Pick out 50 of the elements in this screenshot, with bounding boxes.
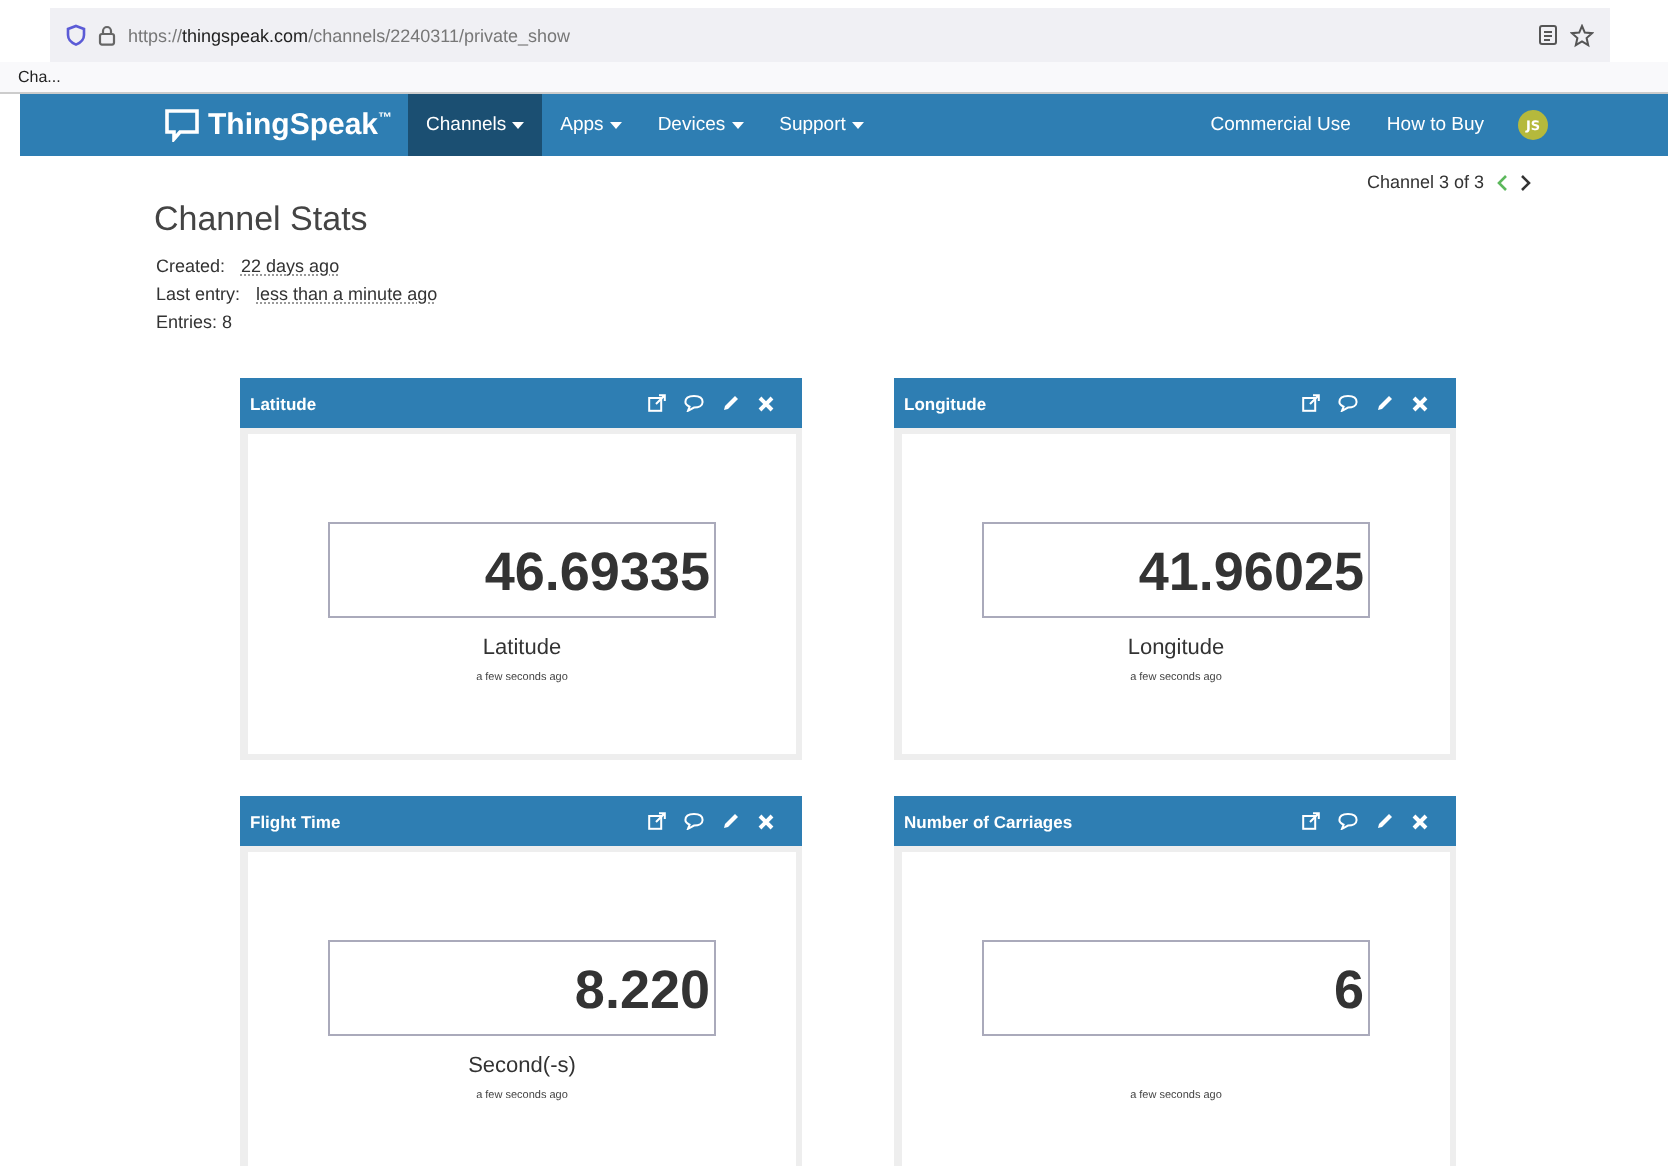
- widget-title: Number of Carriages: [904, 811, 1073, 831]
- nav-menu-item[interactable]: Channels: [408, 94, 543, 156]
- value-unit: Second(-s): [468, 1054, 576, 1080]
- close-icon[interactable]: [1412, 813, 1428, 829]
- star-icon[interactable]: [1570, 23, 1594, 47]
- close-icon[interactable]: [1412, 395, 1428, 411]
- value-display: 6: [982, 940, 1370, 1036]
- stat-value: 22 days ago: [241, 254, 340, 280]
- value-unit: Latitude: [482, 636, 562, 662]
- widget-title: Flight Time: [250, 811, 341, 831]
- value-display: 41.96025: [982, 522, 1370, 618]
- widget-title: Latitude: [250, 393, 317, 413]
- close-icon[interactable]: [758, 813, 774, 829]
- stat-label: Last entry:: [156, 282, 241, 308]
- address-url[interactable]: https://thingspeak.com/channels/2240311/private_show: [128, 25, 570, 45]
- stat-value: less than a minute ago: [256, 282, 438, 308]
- stat-label: Created:: [156, 254, 226, 280]
- section-title: Channel Stats: [154, 200, 370, 240]
- close-icon[interactable]: [758, 395, 774, 411]
- previous-icon[interactable]: [1496, 173, 1508, 191]
- pencil-icon[interactable]: [1376, 394, 1394, 412]
- external-link-icon[interactable]: [1302, 394, 1320, 412]
- brand-logo[interactable]: ThingSpeak$^{™}$: [164, 94, 393, 156]
- shield-icon: [66, 24, 86, 46]
- value-display: 46.69335: [328, 522, 716, 618]
- widget-title: Longitude: [904, 393, 987, 413]
- value-display: 8.220: [328, 940, 716, 1036]
- comment-icon[interactable]: [684, 394, 704, 412]
- speech-bubble-icon: [164, 108, 200, 142]
- external-link-icon[interactable]: [648, 394, 666, 412]
- tab-title[interactable]: Cha...: [18, 68, 61, 86]
- nav-link[interactable]: How to Buy: [1368, 94, 1502, 156]
- comment-icon[interactable]: [1338, 394, 1358, 412]
- nav-menu-item[interactable]: Devices: [639, 94, 762, 156]
- comment-icon[interactable]: [1338, 812, 1358, 830]
- next-icon[interactable]: [1520, 173, 1532, 191]
- external-link-icon[interactable]: [648, 812, 666, 830]
- stat-label: Entries: 8: [156, 310, 233, 336]
- value-unit: Longitude: [1127, 636, 1225, 662]
- external-link-icon[interactable]: [1302, 812, 1320, 830]
- pencil-icon[interactable]: [722, 394, 740, 412]
- nav-menu-item[interactable]: Apps: [542, 94, 640, 156]
- channel-pager-label: Channel 3 of 3: [1366, 172, 1484, 192]
- pencil-icon[interactable]: [722, 812, 740, 830]
- comment-icon[interactable]: [684, 812, 704, 830]
- nav-link[interactable]: Commercial Use: [1192, 94, 1369, 156]
- pencil-icon[interactable]: [1376, 812, 1394, 830]
- reader-view-icon[interactable]: [1538, 24, 1558, 46]
- nav-menu-item[interactable]: Support: [761, 94, 882, 156]
- lock-icon: [98, 24, 116, 46]
